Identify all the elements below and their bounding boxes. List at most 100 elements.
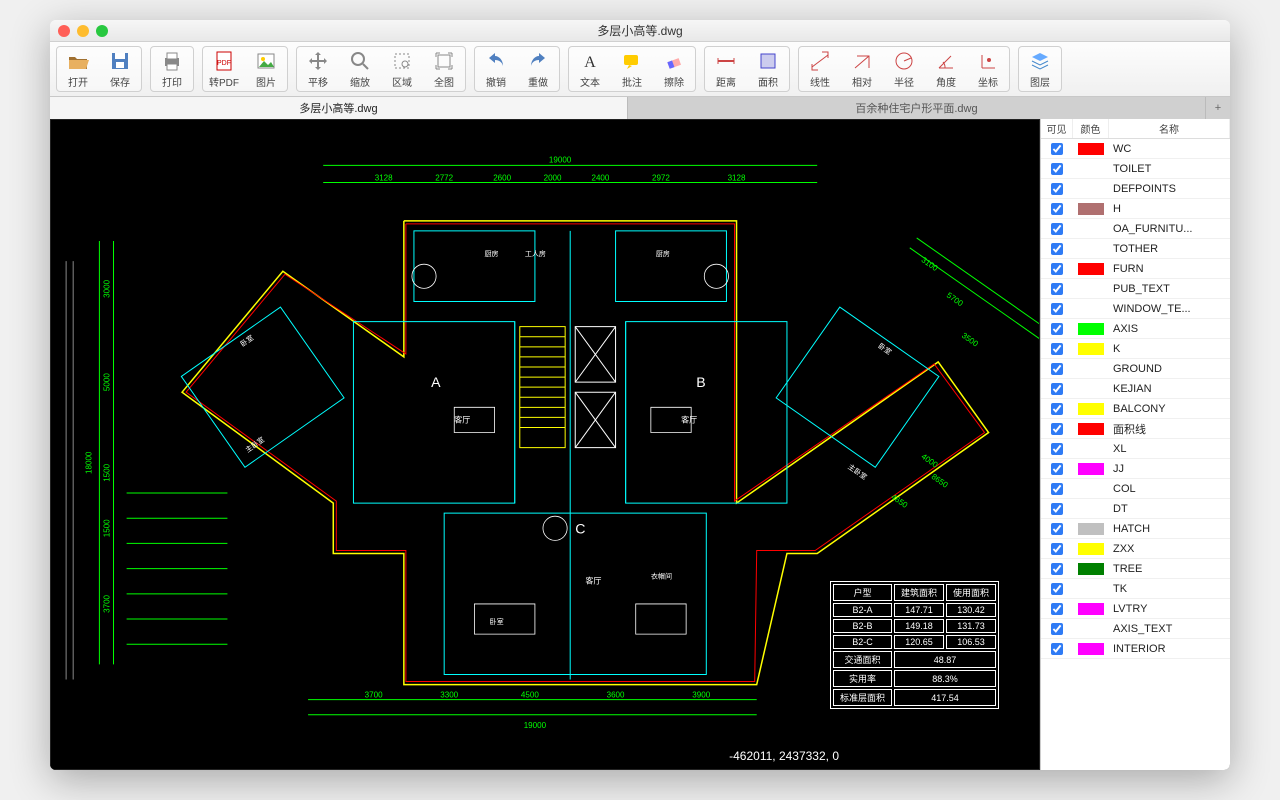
maximize-icon[interactable]: [96, 25, 108, 37]
layer-visible-checkbox[interactable]: [1051, 243, 1063, 255]
layer-row[interactable]: ZXX: [1041, 539, 1230, 559]
toolbtn-print[interactable]: 打印: [152, 48, 192, 90]
layer-visible-checkbox[interactable]: [1051, 583, 1063, 595]
layer-row[interactable]: GROUND: [1041, 359, 1230, 379]
layer-row[interactable]: TOTHER: [1041, 239, 1230, 259]
toolbtn-linear[interactable]: 线性: [800, 48, 840, 90]
layer-color-swatch[interactable]: [1073, 583, 1109, 595]
layer-row[interactable]: TREE: [1041, 559, 1230, 579]
layer-visible-checkbox[interactable]: [1051, 183, 1063, 195]
layer-visible-checkbox[interactable]: [1051, 543, 1063, 555]
layer-color-swatch[interactable]: [1073, 483, 1109, 495]
layer-row[interactable]: OA_FURNITU...: [1041, 219, 1230, 239]
layer-row[interactable]: PUB_TEXT: [1041, 279, 1230, 299]
tab-document-1[interactable]: 多层小高等.dwg: [50, 97, 628, 119]
toolbtn-region[interactable]: 区域: [382, 48, 422, 90]
layer-visible-checkbox[interactable]: [1051, 403, 1063, 415]
layer-color-swatch[interactable]: [1073, 543, 1109, 555]
layer-row[interactable]: BALCONY: [1041, 399, 1230, 419]
toolbtn-coord[interactable]: 坐标: [968, 48, 1008, 90]
layer-row[interactable]: FURN: [1041, 259, 1230, 279]
layer-visible-checkbox[interactable]: [1051, 463, 1063, 475]
toolbtn-folder-open[interactable]: 打开: [58, 48, 98, 90]
drawing-canvas[interactable]: 19000 3128277226002000240029723128 19000…: [50, 119, 1040, 770]
layer-color-swatch[interactable]: [1073, 243, 1109, 255]
layer-row[interactable]: COL: [1041, 479, 1230, 499]
layer-color-swatch[interactable]: [1073, 623, 1109, 635]
titlebar[interactable]: 多层小高等.dwg: [50, 20, 1230, 42]
layer-color-swatch[interactable]: [1073, 383, 1109, 395]
layer-color-swatch[interactable]: [1073, 183, 1109, 195]
layer-visible-checkbox[interactable]: [1051, 163, 1063, 175]
layer-color-swatch[interactable]: [1073, 343, 1109, 355]
layer-visible-checkbox[interactable]: [1051, 323, 1063, 335]
layer-visible-checkbox[interactable]: [1051, 643, 1063, 655]
layer-color-swatch[interactable]: [1073, 303, 1109, 315]
layer-color-swatch[interactable]: [1073, 563, 1109, 575]
layer-color-swatch[interactable]: [1073, 523, 1109, 535]
toolbtn-dist[interactable]: 距离: [706, 48, 746, 90]
layer-color-swatch[interactable]: [1073, 603, 1109, 615]
layer-color-swatch[interactable]: [1073, 443, 1109, 455]
toolbtn-redo[interactable]: 重做: [518, 48, 558, 90]
layer-visible-checkbox[interactable]: [1051, 203, 1063, 215]
layer-row[interactable]: K: [1041, 339, 1230, 359]
toolbtn-erase[interactable]: 擦除: [654, 48, 694, 90]
layer-row[interactable]: DEFPOINTS: [1041, 179, 1230, 199]
layer-visible-checkbox[interactable]: [1051, 603, 1063, 615]
layer-visible-checkbox[interactable]: [1051, 523, 1063, 535]
layer-row[interactable]: 面积线: [1041, 419, 1230, 439]
layer-row[interactable]: WC: [1041, 139, 1230, 159]
toolbtn-angle[interactable]: 角度: [926, 48, 966, 90]
layer-visible-checkbox[interactable]: [1051, 423, 1063, 435]
layer-color-swatch[interactable]: [1073, 203, 1109, 215]
layer-color-swatch[interactable]: [1073, 403, 1109, 415]
layer-row[interactable]: HATCH: [1041, 519, 1230, 539]
layer-visible-checkbox[interactable]: [1051, 343, 1063, 355]
layer-color-swatch[interactable]: [1073, 263, 1109, 275]
toolbtn-layers[interactable]: 图层: [1020, 48, 1060, 90]
layer-row[interactable]: JJ: [1041, 459, 1230, 479]
close-icon[interactable]: [58, 25, 70, 37]
layer-color-swatch[interactable]: [1073, 163, 1109, 175]
tab-document-2[interactable]: 百余种住宅户形平面.dwg: [628, 97, 1206, 119]
layer-visible-checkbox[interactable]: [1051, 223, 1063, 235]
layer-row[interactable]: KEJIAN: [1041, 379, 1230, 399]
toolbtn-area[interactable]: 面积: [748, 48, 788, 90]
layer-row[interactable]: TK: [1041, 579, 1230, 599]
toolbtn-zoom[interactable]: 缩放: [340, 48, 380, 90]
toolbtn-radius[interactable]: 半径: [884, 48, 924, 90]
layer-visible-checkbox[interactable]: [1051, 443, 1063, 455]
layer-visible-checkbox[interactable]: [1051, 623, 1063, 635]
layer-list[interactable]: WC TOILET DEFPOINTS H OA_FURNITU... TOTH…: [1041, 139, 1230, 770]
toolbtn-undo[interactable]: 撤销: [476, 48, 516, 90]
layer-color-swatch[interactable]: [1073, 643, 1109, 655]
toolbtn-pan[interactable]: 平移: [298, 48, 338, 90]
toolbtn-text[interactable]: A文本: [570, 48, 610, 90]
layer-visible-checkbox[interactable]: [1051, 263, 1063, 275]
layer-color-swatch[interactable]: [1073, 323, 1109, 335]
toolbtn-save[interactable]: 保存: [100, 48, 140, 90]
layer-row[interactable]: DT: [1041, 499, 1230, 519]
layer-row[interactable]: WINDOW_TE...: [1041, 299, 1230, 319]
layer-row[interactable]: INTERIOR: [1041, 639, 1230, 659]
toolbtn-pdf[interactable]: PDF转PDF: [204, 48, 244, 90]
layer-color-swatch[interactable]: [1073, 223, 1109, 235]
layer-color-swatch[interactable]: [1073, 503, 1109, 515]
layer-visible-checkbox[interactable]: [1051, 563, 1063, 575]
toolbtn-rel[interactable]: 相对: [842, 48, 882, 90]
layer-row[interactable]: AXIS: [1041, 319, 1230, 339]
layer-row[interactable]: TOILET: [1041, 159, 1230, 179]
layer-visible-checkbox[interactable]: [1051, 303, 1063, 315]
layer-row[interactable]: H: [1041, 199, 1230, 219]
layer-color-swatch[interactable]: [1073, 463, 1109, 475]
layer-visible-checkbox[interactable]: [1051, 503, 1063, 515]
layer-visible-checkbox[interactable]: [1051, 283, 1063, 295]
layer-visible-checkbox[interactable]: [1051, 143, 1063, 155]
layer-visible-checkbox[interactable]: [1051, 383, 1063, 395]
layer-visible-checkbox[interactable]: [1051, 363, 1063, 375]
layer-color-swatch[interactable]: [1073, 283, 1109, 295]
layer-visible-checkbox[interactable]: [1051, 483, 1063, 495]
add-tab-button[interactable]: +: [1206, 97, 1230, 119]
layer-color-swatch[interactable]: [1073, 363, 1109, 375]
